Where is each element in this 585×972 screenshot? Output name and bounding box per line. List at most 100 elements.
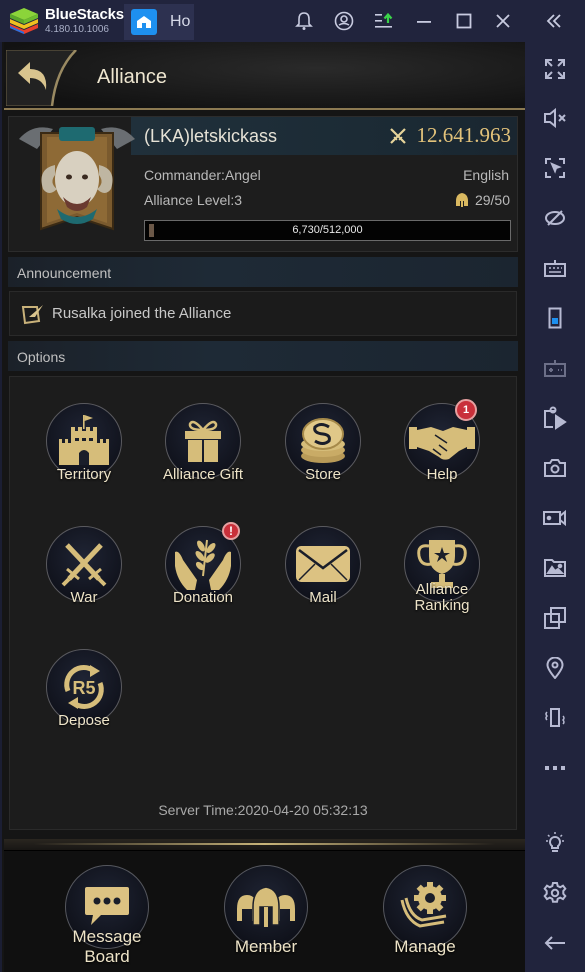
option-mail-label: Mail xyxy=(309,589,337,606)
install-update-icon xyxy=(375,12,393,28)
nav-message-board[interactable]: Message Board xyxy=(62,863,152,972)
back-arrow-icon xyxy=(544,936,565,950)
nav-manage-label: Manage xyxy=(394,937,456,956)
sidebar-shake[interactable] xyxy=(542,705,568,731)
sidebar xyxy=(525,42,585,972)
announcement-heading: Announcement xyxy=(17,265,112,281)
option-donation-label: Donation xyxy=(172,589,234,606)
help-notification-badge: 1 xyxy=(455,399,477,421)
announcement-text: Rusalka joined the Alliance xyxy=(52,305,232,322)
collapse-sidebar-icon xyxy=(546,14,561,28)
minimize-button[interactable] xyxy=(412,9,436,33)
tab-home[interactable]: Home xyxy=(124,4,194,40)
sidebar-lock-cursor[interactable] xyxy=(542,155,568,181)
page-title: Alliance xyxy=(97,66,168,88)
announcement-heading-bar: Announcement xyxy=(8,257,518,287)
sidebar-tips[interactable] xyxy=(542,830,568,856)
options-panel: Territory Alliance Gift Store Help 1 War… xyxy=(9,376,517,830)
alliance-info-panel: (LKA)letskickass 12.641.963 Commander:An… xyxy=(8,116,518,252)
gear-scroll-icon xyxy=(400,882,447,928)
nav-manage[interactable]: Manage xyxy=(380,863,470,972)
alliance-emblem-icon[interactable] xyxy=(13,119,141,247)
option-store[interactable]: Store xyxy=(278,403,368,503)
option-territory[interactable]: Territory xyxy=(39,403,129,503)
option-territory-label: Territory xyxy=(56,466,112,483)
brand: BlueStacks 4.180.10.1006 xyxy=(45,6,124,35)
handshake-icon xyxy=(409,427,475,460)
bottom-divider xyxy=(4,839,525,851)
commander: Commander:Angel xyxy=(144,167,261,183)
option-war[interactable]: War xyxy=(39,526,129,626)
volume-mute-icon xyxy=(544,108,566,128)
alliance-xp-text: 6,730/512,000 xyxy=(292,224,363,236)
member-count-value: 29/50 xyxy=(474,192,510,208)
eye-slash-icon xyxy=(545,210,565,226)
phone-icon xyxy=(548,307,562,329)
option-help-label: Help xyxy=(426,466,458,483)
sidebar-hide-controls[interactable] xyxy=(542,205,568,231)
install-update-button[interactable] xyxy=(372,9,396,33)
video-icon xyxy=(543,509,566,527)
game-viewport: Alliance (LKA)letskickass 12.641.963 Com… xyxy=(0,42,525,972)
coins-icon xyxy=(301,418,345,463)
sidebar-back[interactable] xyxy=(542,930,568,956)
sidebar-gamepad[interactable] xyxy=(542,355,568,381)
donation-hands-icon xyxy=(175,539,231,590)
r5-rotate-icon: R5 xyxy=(64,665,104,709)
alliance-power-value: 12.641.963 xyxy=(416,123,512,147)
option-depose[interactable]: R5 Depose xyxy=(39,649,129,749)
sidebar-fullscreen[interactable] xyxy=(542,56,568,82)
options-heading: Options xyxy=(17,349,66,365)
sidebar-macro[interactable] xyxy=(542,405,568,431)
option-depose-label: Depose xyxy=(58,712,110,729)
notifications-button[interactable] xyxy=(292,9,316,33)
power-crossed-swords-icon xyxy=(389,127,406,144)
options-heading-bar: Options xyxy=(8,341,518,371)
maximize-button[interactable] xyxy=(452,9,476,33)
app-version: 4.180.10.1006 xyxy=(45,24,109,35)
nav-member[interactable]: Member xyxy=(221,863,311,972)
sidebar-record[interactable] xyxy=(542,505,568,531)
option-alliance-ranking-label: Alliance Ranking xyxy=(414,581,470,614)
alliance-name: (LKA)letskickass xyxy=(144,126,278,146)
minimize-icon xyxy=(417,21,431,23)
tab-home-label: Home xyxy=(170,13,190,30)
back-button[interactable] xyxy=(5,49,104,107)
windows-icon xyxy=(544,607,566,629)
cursor-lock-icon xyxy=(545,158,565,178)
option-mail[interactable]: Mail xyxy=(278,526,368,626)
helmet-icon xyxy=(455,193,468,207)
sidebar-multi-instance[interactable] xyxy=(542,305,568,331)
crossed-swords-icon xyxy=(61,543,107,587)
sidebar-multi-window[interactable] xyxy=(542,605,568,631)
announcement-item[interactable]: Rusalka joined the Alliance xyxy=(9,291,517,336)
title-bar: BlueStacks 4.180.10.1006 Home Clash of K… xyxy=(0,0,585,972)
option-alliance-gift[interactable]: Alliance Gift xyxy=(158,403,248,503)
bluestacks-logo-icon xyxy=(10,8,38,34)
sidebar-screenshot[interactable] xyxy=(542,455,568,481)
sidebar-keyboard[interactable] xyxy=(542,255,568,281)
envelope-icon xyxy=(296,546,350,582)
sidebar-more[interactable] xyxy=(542,755,568,781)
alliance-header: Alliance xyxy=(4,42,525,110)
collapse-sidebar-button[interactable] xyxy=(542,9,566,33)
svg-text:R5: R5 xyxy=(72,678,95,698)
close-button[interactable] xyxy=(491,9,515,33)
sidebar-media[interactable] xyxy=(542,555,568,581)
option-donation[interactable]: Donation ! xyxy=(158,522,248,626)
option-store-label: Store xyxy=(305,466,341,483)
alliance-level: Alliance Level:3 xyxy=(144,192,243,208)
folder-image-icon xyxy=(544,559,566,577)
fullscreen-icon xyxy=(545,59,565,79)
option-help[interactable]: Help 1 xyxy=(397,399,487,503)
lightbulb-icon xyxy=(546,832,564,852)
bottom-nav: Message Board Member Manage xyxy=(4,839,525,972)
option-alliance-ranking[interactable]: Alliance Ranking xyxy=(397,526,487,626)
sidebar-settings[interactable] xyxy=(542,880,568,906)
bell-icon xyxy=(295,12,313,30)
sidebar-mute[interactable] xyxy=(542,105,568,131)
account-button[interactable] xyxy=(332,9,356,33)
quill-scroll-icon xyxy=(21,305,43,325)
close-icon xyxy=(496,14,510,28)
sidebar-location[interactable] xyxy=(542,655,568,681)
